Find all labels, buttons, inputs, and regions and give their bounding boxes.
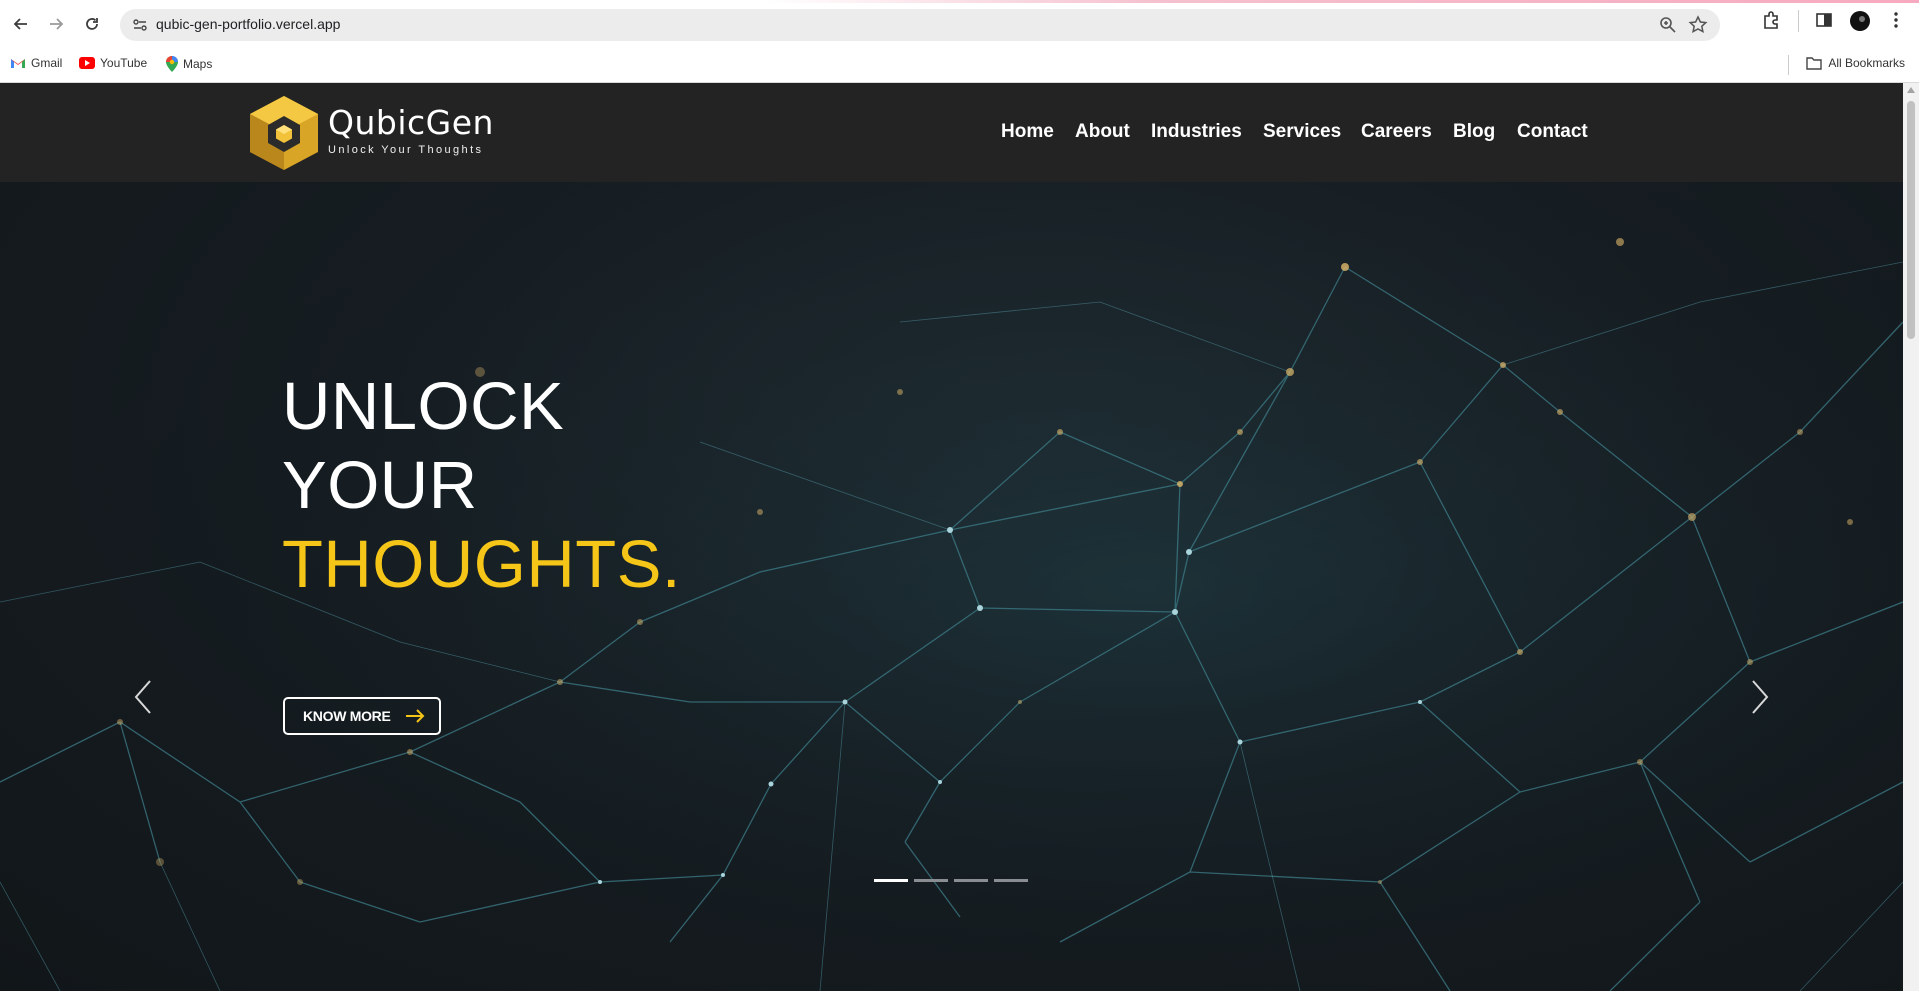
carousel-indicator-1[interactable]	[874, 879, 908, 882]
zoom-icon[interactable]	[1658, 15, 1678, 35]
arrow-right-icon	[405, 709, 424, 723]
carousel-indicator-3[interactable]	[954, 879, 988, 882]
browser-menu-button[interactable]	[1886, 10, 1906, 35]
side-panel-icon	[1816, 13, 1832, 27]
url-text[interactable]: qubic-gen-portfolio.vercel.app	[156, 16, 340, 32]
page-scrollbar[interactable]	[1903, 83, 1919, 991]
forward-arrow-icon	[50, 18, 64, 30]
kebab-menu-icon	[1894, 12, 1898, 28]
reload-icon	[86, 18, 98, 30]
bookmarks-bar: Gmail YouTube Maps All Bookmarks	[0, 47, 1919, 83]
scrollbar-thumb[interactable]	[1907, 101, 1915, 339]
nav-industries[interactable]: Industries	[1151, 121, 1242, 143]
carousel-indicator-2[interactable]	[914, 879, 948, 882]
nav-contact[interactable]: Contact	[1517, 121, 1588, 143]
gmail-icon	[11, 58, 25, 68]
site-header: QubicGen Unlock Your Thoughts Home About…	[0, 83, 1903, 182]
bookmark-label: Maps	[183, 57, 213, 71]
brand-tagline: Unlock Your Thoughts	[328, 144, 484, 156]
youtube-icon	[79, 57, 95, 69]
toolbar-divider	[1798, 10, 1799, 32]
profile-avatar[interactable]	[1849, 10, 1871, 37]
side-panel-button[interactable]	[1814, 10, 1834, 35]
carousel-prev-button[interactable]	[128, 675, 158, 719]
reload-button[interactable]	[78, 10, 106, 38]
nav-blog[interactable]: Blog	[1453, 121, 1495, 143]
folder-icon	[1806, 57, 1823, 70]
nav-careers[interactable]: Careers	[1361, 121, 1432, 143]
carousel-indicators	[874, 879, 1028, 882]
puzzle-icon	[1764, 11, 1778, 29]
hero-headline: UNLOCK YOUR THOUGHTS.	[282, 367, 681, 604]
headline-line-2: YOUR	[282, 448, 478, 523]
bookmark-label: Gmail	[31, 56, 63, 70]
extensions-button[interactable]	[1762, 10, 1782, 35]
know-more-button[interactable]: KNOW MORE	[283, 697, 441, 735]
chevron-left-icon	[134, 680, 151, 714]
scroll-up-arrow-icon[interactable]	[1907, 87, 1915, 93]
brand-name: QubicGen	[328, 103, 494, 142]
bookmark-label: YouTube	[100, 56, 148, 70]
nav-home[interactable]: Home	[1001, 121, 1054, 143]
hero-carousel: UNLOCK YOUR THOUGHTS. KNOW MORE	[0, 182, 1903, 991]
chevron-right-icon	[1752, 680, 1769, 714]
tab-strip-accent	[0, 0, 1919, 3]
qubicgen-logo-icon[interactable]	[248, 94, 320, 172]
carousel-indicator-4[interactable]	[994, 879, 1028, 882]
all-bookmarks-label: All Bookmarks	[1828, 56, 1905, 70]
bookmark-gmail[interactable]: Gmail	[10, 56, 62, 70]
avatar-icon	[1850, 11, 1870, 31]
bookmark-maps[interactable]: Maps	[166, 56, 212, 72]
back-button[interactable]	[7, 10, 35, 38]
back-arrow-icon	[13, 18, 27, 30]
web-page: QubicGen Unlock Your Thoughts Home About…	[0, 83, 1903, 991]
carousel-next-button[interactable]	[1745, 675, 1775, 719]
forward-button[interactable]	[42, 10, 70, 38]
all-bookmarks-button[interactable]: All Bookmarks	[1806, 56, 1905, 70]
brand[interactable]: QubicGen Unlock Your Thoughts	[328, 103, 494, 156]
maps-icon	[166, 56, 178, 72]
bookmark-star-icon[interactable]	[1688, 15, 1708, 35]
bookmark-youtube[interactable]: YouTube	[79, 56, 147, 70]
browser-toolbar: qubic-gen-portfolio.vercel.app	[0, 0, 1919, 47]
nav-services[interactable]: Services	[1263, 121, 1341, 143]
site-info-icon[interactable]	[130, 15, 150, 35]
know-more-label: KNOW MORE	[303, 708, 391, 724]
nav-about[interactable]: About	[1075, 121, 1130, 143]
headline-line-3: THOUGHTS.	[282, 527, 682, 602]
address-bar[interactable]: qubic-gen-portfolio.vercel.app	[120, 9, 1720, 41]
bookmarks-divider	[1788, 55, 1789, 75]
headline-line-1: UNLOCK	[282, 369, 565, 444]
